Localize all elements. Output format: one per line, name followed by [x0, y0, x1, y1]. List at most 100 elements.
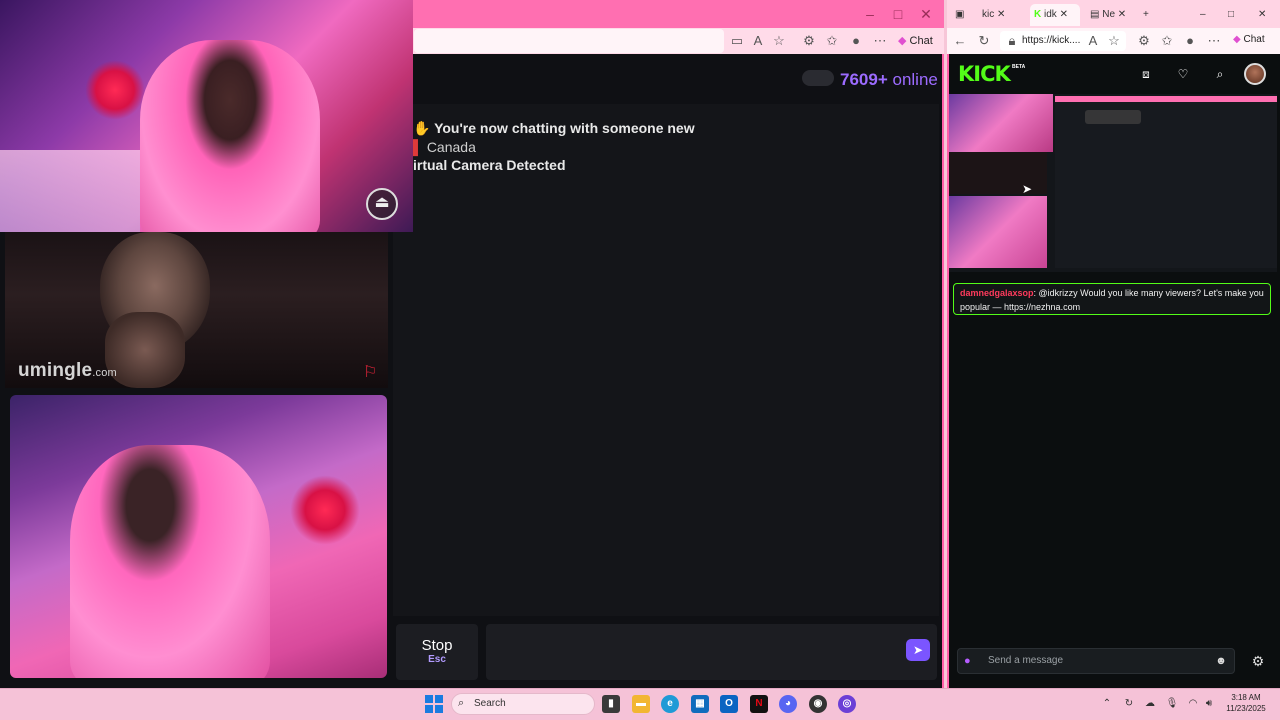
- profile-icon[interactable]: ●: [848, 33, 864, 49]
- stream-preview-controls[interactable]: [1085, 110, 1141, 124]
- copilot-chat-button[interactable]: ◆ Chat: [1233, 34, 1265, 45]
- wifi-icon[interactable]: ◠: [1186, 697, 1200, 711]
- user-avatar[interactable]: [1244, 63, 1266, 85]
- camera-icon[interactable]: ▭: [729, 33, 745, 49]
- person-figure: [70, 445, 270, 678]
- volume-icon[interactable]: 🔊︎: [1202, 697, 1216, 711]
- lock-icon: 🔒︎: [1008, 33, 1016, 48]
- close-icon[interactable]: ✕: [1258, 4, 1266, 26]
- app-icon[interactable]: ◎: [838, 695, 856, 713]
- read-aloud-icon[interactable]: A: [750, 33, 766, 49]
- mic-icon[interactable]: ●: [964, 654, 976, 668]
- tab-kick-1[interactable]: kic ✕: [982, 4, 1005, 26]
- store-icon[interactable]: ▦: [691, 695, 709, 713]
- message-input[interactable]: [486, 624, 937, 680]
- back-icon[interactable]: ←: [952, 33, 968, 49]
- copilot-icon: ◆: [898, 35, 907, 47]
- chat-message: damnedgalaxsop: @idkrizzy Would you like…: [953, 283, 1271, 315]
- emoji-icon[interactable]: ☻: [1214, 654, 1228, 668]
- search-icon[interactable]: ⌕: [1212, 66, 1228, 82]
- extensions-icon[interactable]: ⚙: [1136, 33, 1152, 49]
- taskbar-search[interactable]: [451, 693, 595, 715]
- kick-beta-badge: BETA: [1012, 64, 1026, 70]
- netflix-icon[interactable]: N: [750, 695, 768, 713]
- cloud-icon[interactable]: ☁: [1143, 697, 1157, 711]
- gift-icon[interactable]: ⧈: [1138, 66, 1154, 82]
- chevron-up-icon[interactable]: ⌃: [1100, 697, 1114, 711]
- obs-icon[interactable]: ◉: [809, 695, 827, 713]
- minimize-icon[interactable]: –: [1200, 4, 1206, 26]
- self-video: [10, 395, 387, 678]
- maximize-icon[interactable]: □: [1228, 4, 1234, 26]
- star-icon[interactable]: ☆: [771, 33, 787, 49]
- chat-username[interactable]: damnedgalaxsop: [960, 288, 1034, 298]
- hand-icon: ✋: [413, 120, 431, 136]
- online-count: 7609+ online: [840, 70, 938, 90]
- star-icon[interactable]: ☆: [1106, 33, 1122, 49]
- kick-logo[interactable]: KICK: [958, 62, 1011, 86]
- stop-button[interactable]: Stop Esc: [396, 624, 478, 680]
- chat-line-text: Canada: [426, 139, 476, 155]
- tab-label: idk: [1044, 9, 1057, 20]
- sync-icon[interactable]: ↻: [1122, 697, 1136, 711]
- neon-light: [85, 60, 145, 120]
- logo-suffix: .com: [92, 367, 117, 379]
- favorites-icon[interactable]: ✩: [1159, 33, 1175, 49]
- clock-date[interactable]: 11/23/2025: [1222, 704, 1270, 713]
- extensions-icon[interactable]: ⚙: [801, 33, 817, 49]
- chat-line-text: You're now chatting with someone new: [434, 120, 695, 136]
- stream-preview-cam-stranger: [949, 152, 1047, 194]
- close-icon[interactable]: ✕: [918, 6, 934, 22]
- kick-chat-area: [949, 318, 1280, 644]
- stop-label: Stop: [421, 637, 453, 654]
- favorites-icon[interactable]: ✩: [824, 33, 840, 49]
- maximize-icon[interactable]: □: [890, 6, 906, 22]
- more-icon[interactable]: ⋯: [872, 33, 888, 49]
- report-flag-icon[interactable]: ⚐: [363, 364, 383, 382]
- send-icon[interactable]: ➤: [906, 639, 930, 661]
- neon-light: [290, 475, 360, 545]
- chat-location-message: ▌ Canada: [413, 139, 476, 155]
- edge-icon[interactable]: e: [661, 695, 679, 713]
- online-toggle[interactable]: [802, 70, 834, 86]
- stop-shortcut: Esc: [428, 654, 446, 665]
- heart-icon[interactable]: ♡: [1175, 66, 1191, 82]
- url-text: https://kick....: [1022, 35, 1081, 46]
- minimize-icon[interactable]: –: [862, 6, 878, 22]
- chat-label: Chat: [1243, 34, 1265, 45]
- collapse-icon[interactable]: ⏏: [366, 188, 398, 220]
- search-icon: ⌕: [458, 697, 465, 709]
- chat-system-message: ✋ You're now chatting with someone new: [413, 120, 695, 137]
- tab-new[interactable]: ▤ Ne ✕: [1090, 4, 1126, 26]
- tab-label: Ne: [1102, 9, 1116, 20]
- umingle-logo: umingle.com: [18, 360, 117, 382]
- refresh-icon[interactable]: ↻: [976, 33, 992, 49]
- tab-label: kic: [982, 9, 995, 20]
- person-figure: [140, 40, 320, 232]
- windows-start-icon[interactable]: [425, 695, 443, 713]
- stream-preview-cam-top: [949, 94, 1053, 152]
- clock-time[interactable]: 3:18 AM: [1226, 693, 1266, 702]
- left-address-bar[interactable]: [414, 29, 724, 53]
- discord-icon[interactable]: ◕: [779, 695, 797, 713]
- logo-text: umingle: [18, 360, 93, 381]
- settings-icon[interactable]: ⚙: [1250, 653, 1266, 669]
- task-view-icon[interactable]: ▮: [602, 695, 620, 713]
- file-explorer-icon[interactable]: ▬: [632, 695, 650, 713]
- page-icon: ▤: [1090, 9, 1100, 20]
- new-tab-icon[interactable]: +: [1143, 4, 1149, 26]
- mic-icon[interactable]: 🎙︎: [1165, 697, 1179, 711]
- more-icon[interactable]: ⋯: [1206, 33, 1222, 49]
- stream-preview-cam-self: [949, 196, 1047, 268]
- streamer-webcam-overlay: [0, 0, 413, 232]
- copilot-chat-button[interactable]: ◆ Chat: [898, 32, 933, 50]
- chat-label: Chat: [909, 35, 933, 47]
- tab-kick-active[interactable]: K idk ✕: [1030, 4, 1080, 26]
- cursor-icon: ➤: [1022, 182, 1033, 196]
- chat-panel: [393, 104, 939, 616]
- outlook-icon[interactable]: O: [720, 695, 738, 713]
- online-number: 7609+: [840, 70, 888, 89]
- profile-icon[interactable]: ●: [1182, 33, 1198, 49]
- read-aloud-icon[interactable]: A: [1085, 33, 1101, 49]
- tab-actions-icon[interactable]: ▣: [955, 4, 969, 26]
